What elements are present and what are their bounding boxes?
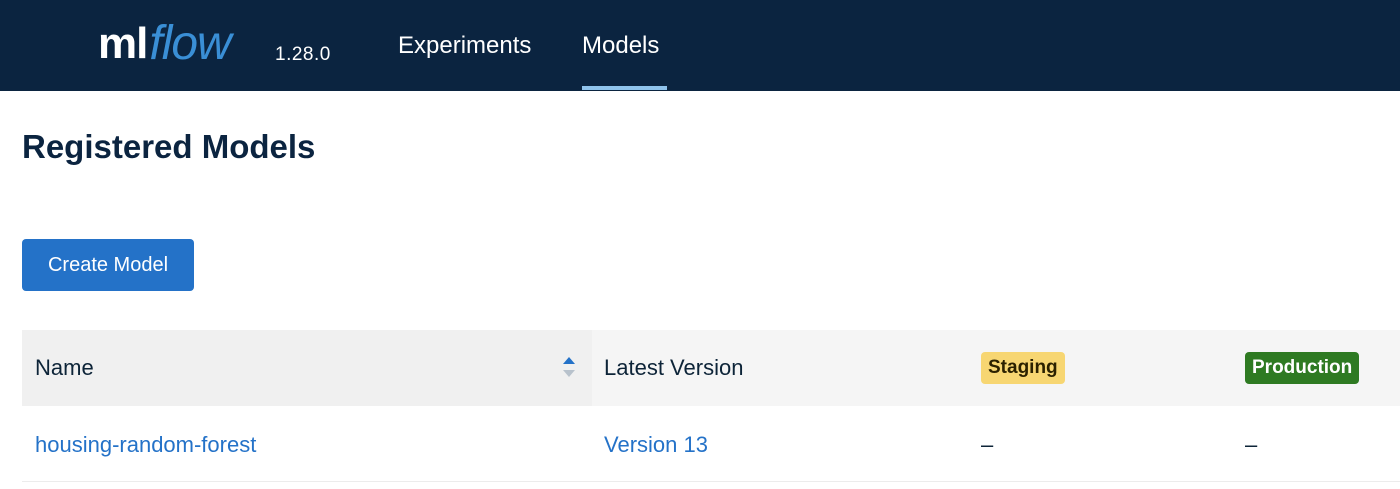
- staging-badge: Staging: [981, 352, 1065, 384]
- model-name-link[interactable]: housing-random-forest: [35, 432, 256, 458]
- top-navbar: ml flow 1.28.0 Experiments Models: [0, 0, 1400, 91]
- models-table: Name Latest Version Staging Production h…: [22, 330, 1400, 489]
- active-nav-indicator: [582, 86, 667, 90]
- table-row: housing-random-forest Version 13 – –: [22, 406, 1400, 482]
- staging-value: –: [981, 432, 994, 457]
- production-badge: Production: [1245, 352, 1360, 384]
- column-header-name[interactable]: Name: [35, 355, 94, 381]
- name-column-header[interactable]: [22, 330, 592, 406]
- logo-flow-text: flow: [149, 17, 231, 70]
- nav-models[interactable]: Models: [582, 32, 659, 60]
- sort-icon[interactable]: [562, 356, 576, 378]
- nav-experiments[interactable]: Experiments: [398, 32, 531, 60]
- create-model-button[interactable]: Create Model: [22, 239, 194, 291]
- page-title: Registered Models: [22, 128, 316, 165]
- production-value: –: [1245, 432, 1258, 457]
- latest-version-link[interactable]: Version 13: [604, 432, 708, 458]
- version-label: 1.28.0: [275, 44, 331, 65]
- logo-ml-text: ml: [98, 19, 148, 68]
- table-header: Name Latest Version Staging Production: [22, 330, 1400, 406]
- column-header-latest-version: Latest Version: [604, 355, 744, 380]
- mlflow-logo[interactable]: ml flow: [98, 8, 232, 78]
